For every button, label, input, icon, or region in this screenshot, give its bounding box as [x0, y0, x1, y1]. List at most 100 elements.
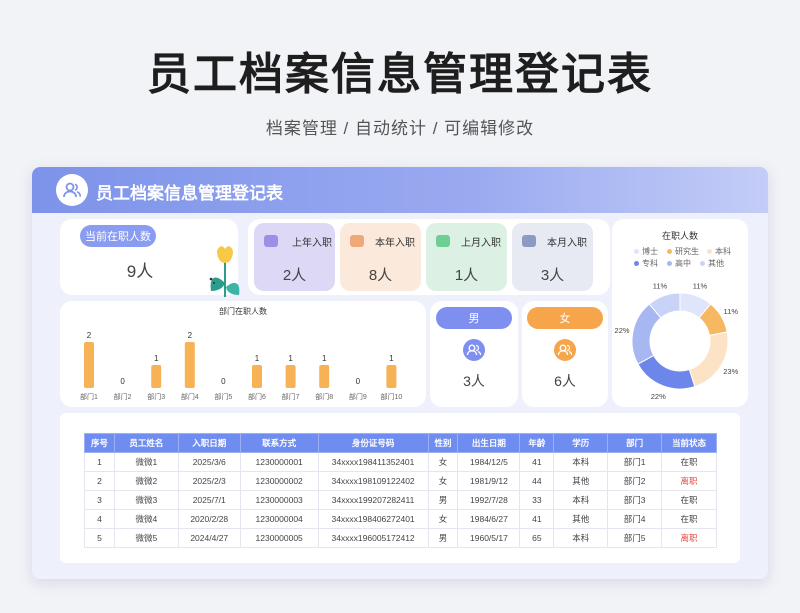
table-cell: 2024/4/27 [177, 528, 241, 548]
calendar-icon [522, 235, 536, 247]
page-title: 员工档案信息管理登记表 [147, 50, 653, 99]
calendar-icon [350, 235, 364, 247]
table-cell: 34xxxx198109122402 [317, 471, 429, 491]
table-cell: 女 [427, 509, 459, 529]
table-cell: 1984/6/27 [457, 509, 521, 529]
bar-value-label: 0 [356, 377, 361, 386]
table-cell: 2 [84, 471, 115, 491]
stats-card: 上年入职 2人 本年入职 8人 上月入职 1人 本月入职 3人 [248, 219, 610, 295]
table-cell: 34xxxx199207282411 [317, 490, 429, 510]
donut-slice [688, 331, 729, 388]
table-row[interactable]: 1 微微1 2025/3/6 1230000001 34xxxx198411352401… [84, 452, 717, 472]
bar-value-label: 2 [87, 331, 92, 340]
table-cell: 41 [519, 452, 555, 472]
category-tick-label: 部门6 [248, 392, 266, 401]
stat-card-last-year: 上年入职 2人 [254, 223, 335, 291]
records-table: 序号 员工姓名 入职日期 联系方式 身份证号码 性别 出生日期 年龄 学历 部门 当前状态 1 微微1… [84, 433, 717, 548]
table-cell: 1992/7/28 [457, 490, 521, 510]
stat-value: 8人 [368, 267, 393, 284]
table-cell: 44 [519, 471, 555, 491]
table-cell: 部门2 [607, 471, 663, 491]
table-cell: 离职 [661, 528, 717, 548]
bar [319, 365, 330, 388]
table-row[interactable]: 2 微微2 2025/2/3 1230000002 34xxxx198109122402… [84, 471, 717, 491]
education-chart-title: 在职人数 [661, 231, 698, 241]
legend-item: 研究生 [667, 246, 699, 257]
table-cell: 5 [84, 528, 115, 548]
bar [252, 365, 262, 388]
department-chart-card: 部门在职人数 2 部门1 0 部门2 1 部门3 2 部门4 0 部门5 1 部门6 1 部门7 1 部门8 0 部… [60, 301, 426, 407]
banner-title: 员工档案信息管理登记表 [96, 184, 283, 203]
table-cell: 1960/5/17 [457, 528, 521, 548]
male-label: 男 [436, 307, 512, 329]
table-cell: 在职 [661, 452, 717, 472]
table-cell: 1230000003 [239, 490, 319, 510]
table-cell: 34xxxx196005172412 [317, 528, 429, 548]
table-cell: 在职 [661, 509, 717, 529]
table-cell: 2025/2/3 [177, 471, 241, 491]
table-cell: 34xxxx198411352401 [317, 452, 429, 472]
column-header: 性别 [427, 433, 459, 453]
legend-item: 博士 [634, 246, 658, 257]
column-header: 入职日期 [177, 433, 241, 453]
bar-value-label: 0 [120, 377, 125, 386]
category-tick-label: 部门7 [282, 392, 300, 401]
table-cell: 微微1 [113, 452, 179, 472]
table-cell: 男 [427, 528, 459, 548]
column-header: 年龄 [519, 433, 555, 453]
legend-item: 专科 [634, 258, 658, 269]
calendar-icon [436, 235, 450, 247]
education-donut-chart: 11% 11% 23% 22% 22% 11% [615, 281, 739, 400]
category-tick-label: 部门2 [114, 392, 132, 401]
table-cell: 部门3 [607, 490, 663, 510]
table-cell: 3 [84, 490, 115, 510]
stat-value: 1人 [454, 267, 479, 284]
table-cell: 4 [84, 509, 115, 529]
bar-value-label: 2 [188, 331, 193, 340]
table-cell: 1 [84, 452, 115, 472]
table-cell: 1984/12/5 [457, 452, 521, 472]
category-tick-label: 部门10 [381, 392, 403, 401]
table-cell: 部门1 [607, 452, 663, 472]
female-label: 女 [527, 307, 603, 329]
slice-value-label: 22% [615, 326, 630, 335]
table-cell: 部门5 [607, 528, 663, 548]
table-cell: 本科 [553, 490, 609, 510]
male-card: 男 3人 [430, 301, 518, 407]
table-cell: 1230000005 [239, 528, 319, 548]
bar [151, 365, 162, 388]
male-count: 3人 [463, 373, 485, 389]
stat-card-this-month: 本月入职 3人 [512, 223, 593, 291]
category-tick-label: 部门4 [181, 392, 199, 401]
legend-item: 其他 [700, 258, 724, 269]
table-row[interactable]: 3 微微3 2025/7/1 1230000003 34xxxx199207282411… [84, 490, 717, 510]
table-cell: 本科 [553, 528, 609, 548]
table-cell: 2020/2/28 [177, 509, 241, 529]
table-cell: 部门4 [607, 509, 663, 529]
stat-value: 3人 [540, 267, 565, 284]
table-cell: 微微5 [113, 528, 179, 548]
column-header: 身份证号码 [317, 433, 429, 453]
legend-item: 本科 [707, 246, 731, 257]
table-cell: 2025/3/6 [177, 452, 241, 472]
stat-card-last-month: 上月入职 1人 [426, 223, 507, 291]
table-cell: 1230000001 [239, 452, 319, 472]
bar-chart-title: 部门在职人数 [219, 306, 267, 316]
male-icon [463, 339, 485, 361]
calendar-icon [264, 235, 278, 247]
slice-value-label: 23% [723, 367, 738, 376]
current-count-label: 当前在职人数 [80, 225, 156, 247]
table-header-row: 序号 员工姓名 入职日期 联系方式 身份证号码 性别 出生日期 年龄 学历 部门 当前状态 [84, 433, 717, 453]
table-cell: 微微2 [113, 471, 179, 491]
bar-value-label: 1 [389, 354, 394, 363]
bar [184, 342, 195, 388]
table-row[interactable]: 4 微微4 2020/2/28 1230000004 34xxxx19840627240… [84, 509, 717, 529]
table-row[interactable]: 5 微微5 2024/4/27 1230000005 34xxxx19600517241… [84, 528, 717, 548]
table-cell: 女 [427, 452, 459, 472]
column-header: 出生日期 [457, 433, 521, 453]
bar [386, 365, 397, 388]
category-tick-label: 部门5 [214, 392, 232, 401]
table-cell: 65 [519, 528, 555, 548]
column-header: 员工姓名 [113, 433, 179, 453]
dashboard-sheet: 员工档案信息管理登记表 当前在职人数 9人 上年入职 2人 本年入职 8人 上月… [32, 167, 768, 579]
